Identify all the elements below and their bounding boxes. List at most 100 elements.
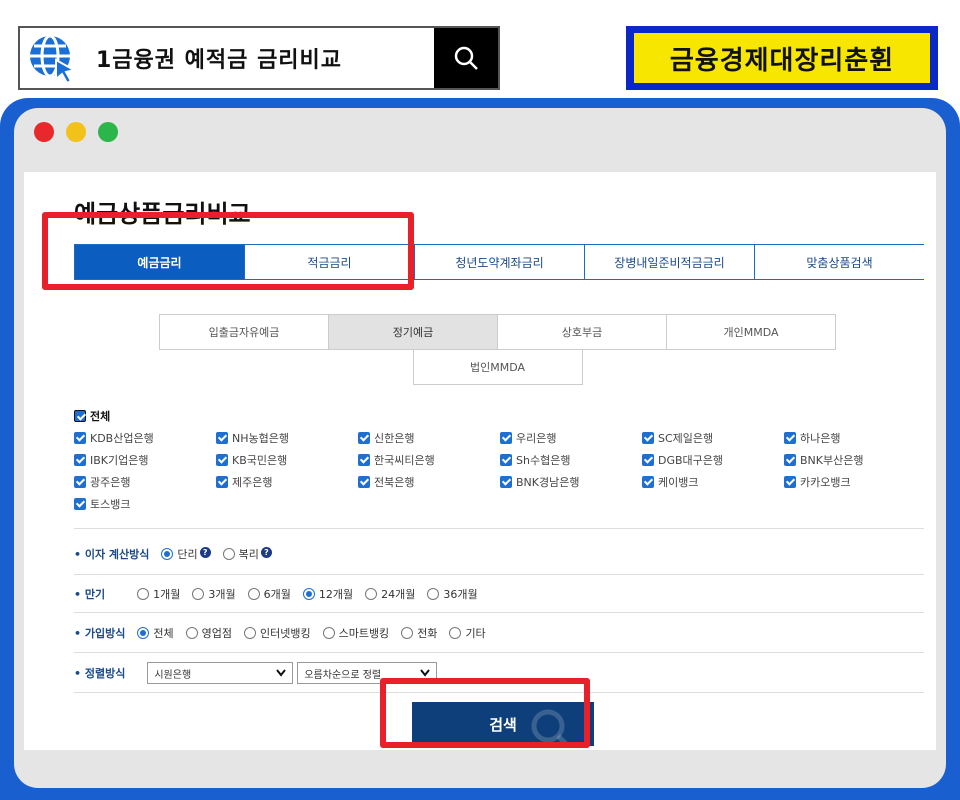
radio-icon — [302, 588, 315, 600]
join-option-label: 인터넷뱅킹 — [259, 627, 311, 640]
search-submit-button[interactable]: 검색 — [412, 702, 594, 746]
bank-checkbox[interactable]: 신한은행 — [358, 430, 500, 446]
sort-order-value: 오름차순으로 정렬 — [304, 669, 382, 681]
checkbox-icon — [500, 432, 512, 444]
bank-checkbox[interactable]: DGB대구은행 — [642, 452, 784, 468]
checkbox-icon — [74, 498, 86, 510]
bank-label: BNK경남은행 — [516, 476, 580, 489]
radio-icon — [137, 627, 150, 639]
checkbox-icon — [216, 454, 228, 466]
join-option-label: 스마트뱅킹 — [338, 627, 390, 640]
term-option-radio[interactable]: 1개월 — [137, 588, 180, 601]
join-option-radio[interactable]: 전체 — [137, 627, 174, 640]
bank-label: 우리은행 — [516, 432, 557, 445]
top-search-button[interactable] — [434, 28, 498, 88]
term-option-radio[interactable]: 24개월 — [365, 588, 415, 601]
bank-checkbox[interactable]: BNK경남은행 — [500, 474, 642, 490]
bank-checkbox[interactable]: 광주은행 — [74, 474, 216, 490]
join-option-radio[interactable]: 기타 — [449, 627, 486, 640]
radio-icon — [322, 627, 335, 639]
bank-label: 카카오뱅크 — [800, 476, 851, 489]
join-method-row: • 가입방식 전체 영업점 인터넷뱅킹 스마트뱅킹 전화 기타 — [74, 625, 498, 641]
join-option-radio[interactable]: 인터넷뱅킹 — [243, 627, 311, 640]
chevron-down-icon — [276, 669, 287, 677]
help-icon[interactable]: ? — [199, 547, 211, 558]
top-search-bar[interactable]: 1금융권 예적금 금리비교 — [18, 26, 500, 90]
bank-checkbox[interactable]: 카카오뱅크 — [784, 474, 926, 490]
join-option-radio[interactable]: 스마트뱅킹 — [322, 627, 390, 640]
bank-label: DGB대구은행 — [658, 454, 724, 467]
bank-grid: KDB산업은행 NH농협은행 신한은행 우리은행 SC제일은행 하나은행 IBK기업은행 KB… — [74, 430, 924, 512]
bank-filter: 전체 KDB산업은행 NH농협은행 신한은행 우리은행 SC제일은행 하나은행 IBK기업은… — [74, 408, 924, 512]
interest-compound-radio[interactable]: 복리? — [222, 546, 272, 562]
join-method-label: • 가입방식 — [74, 627, 126, 640]
bank-checkbox[interactable]: 토스뱅크 — [74, 496, 216, 512]
checkbox-icon — [784, 454, 796, 466]
bank-checkbox[interactable]: IBK기업은행 — [74, 452, 216, 468]
checkbox-icon — [358, 454, 370, 466]
interest-method-row: • 이자 계산방식 단리? 복리? — [74, 546, 284, 562]
page-title: 예금상품금리비교 — [74, 200, 251, 228]
bank-checkbox[interactable]: NH농협은행 — [216, 430, 358, 446]
bank-checkbox[interactable]: Sh수협은행 — [500, 452, 642, 468]
bank-checkbox[interactable]: 우리은행 — [500, 430, 642, 446]
subtab-installment[interactable]: 상호부금 — [497, 314, 667, 350]
checkbox-icon — [500, 476, 512, 488]
checkbox-icon — [74, 410, 86, 422]
subtab-corporate-mmda[interactable]: 법인MMDA — [412, 349, 583, 385]
sort-label: • 정렬방식 — [74, 667, 126, 680]
help-icon[interactable]: ? — [260, 547, 272, 558]
bank-label: KDB산업은행 — [90, 432, 154, 445]
term-option-radio[interactable]: 12개월 — [302, 588, 353, 601]
subtab-personal-mmda[interactable]: 개인MMDA — [666, 314, 836, 350]
divider — [74, 692, 924, 693]
term-option-label: 3개월 — [208, 588, 236, 601]
tab-youth-account-rate[interactable]: 청년도약계좌금리 — [415, 245, 585, 279]
bank-checkbox[interactable]: 하나은행 — [784, 430, 926, 446]
tab-savings-rate[interactable]: 적금금리 — [245, 245, 415, 279]
maximize-dot[interactable] — [98, 122, 118, 142]
checkbox-icon — [358, 432, 370, 444]
term-option-radio[interactable]: 3개월 — [192, 588, 236, 601]
join-option-radio[interactable]: 영업점 — [185, 627, 232, 640]
radio-icon — [247, 588, 260, 600]
checkbox-icon — [642, 432, 654, 444]
bank-checkbox[interactable]: KB국민은행 — [216, 452, 358, 468]
sort-field-select[interactable]: 시원은행 — [147, 662, 294, 684]
promo-banner: 금융경제대장리춘휜 — [626, 26, 938, 90]
term-option-radio[interactable]: 36개월 — [427, 588, 478, 601]
bank-label: 케이뱅크 — [658, 476, 699, 489]
term-option-label: 24개월 — [381, 588, 416, 601]
bank-checkbox[interactable]: SC제일은행 — [642, 430, 784, 446]
tab-deposit-rate[interactable]: 예금금리 — [74, 245, 245, 279]
browser-window-inner: 예금상품금리비교 예금금리 적금금리 청년도약계좌금리 장병내일준비적금금리 맞… — [14, 108, 946, 788]
page-content: 예금상품금리비교 예금금리 적금금리 청년도약계좌금리 장병내일준비적금금리 맞… — [24, 172, 936, 750]
bank-label: NH농협은행 — [232, 432, 289, 445]
close-dot[interactable] — [34, 122, 54, 142]
bank-checkbox[interactable]: KDB산업은행 — [74, 430, 216, 446]
join-option-label: 전체 — [153, 627, 174, 640]
bank-label: BNK부산은행 — [800, 454, 864, 467]
checkbox-icon — [784, 432, 796, 444]
subtab-free-deposit[interactable]: 입출금자유예금 — [159, 314, 329, 350]
browser-window: 예금상품금리비교 예금금리 적금금리 청년도약계좌금리 장병내일준비적금금리 맞… — [0, 98, 960, 800]
bank-checkbox[interactable]: BNK부산은행 — [784, 452, 926, 468]
bank-checkbox[interactable]: 케이뱅크 — [642, 474, 784, 490]
term-option-radio[interactable]: 6개월 — [247, 588, 291, 601]
radio-icon — [449, 627, 462, 639]
bank-checkbox[interactable]: 제주은행 — [216, 474, 358, 490]
tab-custom-search[interactable]: 맞춤상품검색 — [755, 245, 924, 279]
join-option-radio[interactable]: 전화 — [401, 627, 437, 640]
minimize-dot[interactable] — [66, 122, 86, 142]
radio-icon — [243, 627, 256, 639]
tab-soldier-savings-rate[interactable]: 장병내일준비적금금리 — [585, 245, 755, 279]
interest-simple-radio[interactable]: 단리? — [161, 546, 211, 562]
bank-checkbox[interactable]: 전북은행 — [358, 474, 500, 490]
subtab-fixed-deposit[interactable]: 정기예금 — [328, 314, 498, 350]
term-row: • 만기 1개월 3개월 6개월 12개월 24개월 36개월 — [74, 586, 490, 602]
sort-order-select[interactable]: 오름차순으로 정렬 — [297, 662, 438, 684]
bank-checkbox[interactable]: 한국씨티은행 — [358, 452, 500, 468]
term-option-label: 1개월 — [153, 588, 181, 601]
bank-all-checkbox[interactable]: 전체 — [74, 408, 924, 424]
checkbox-icon — [74, 476, 86, 488]
